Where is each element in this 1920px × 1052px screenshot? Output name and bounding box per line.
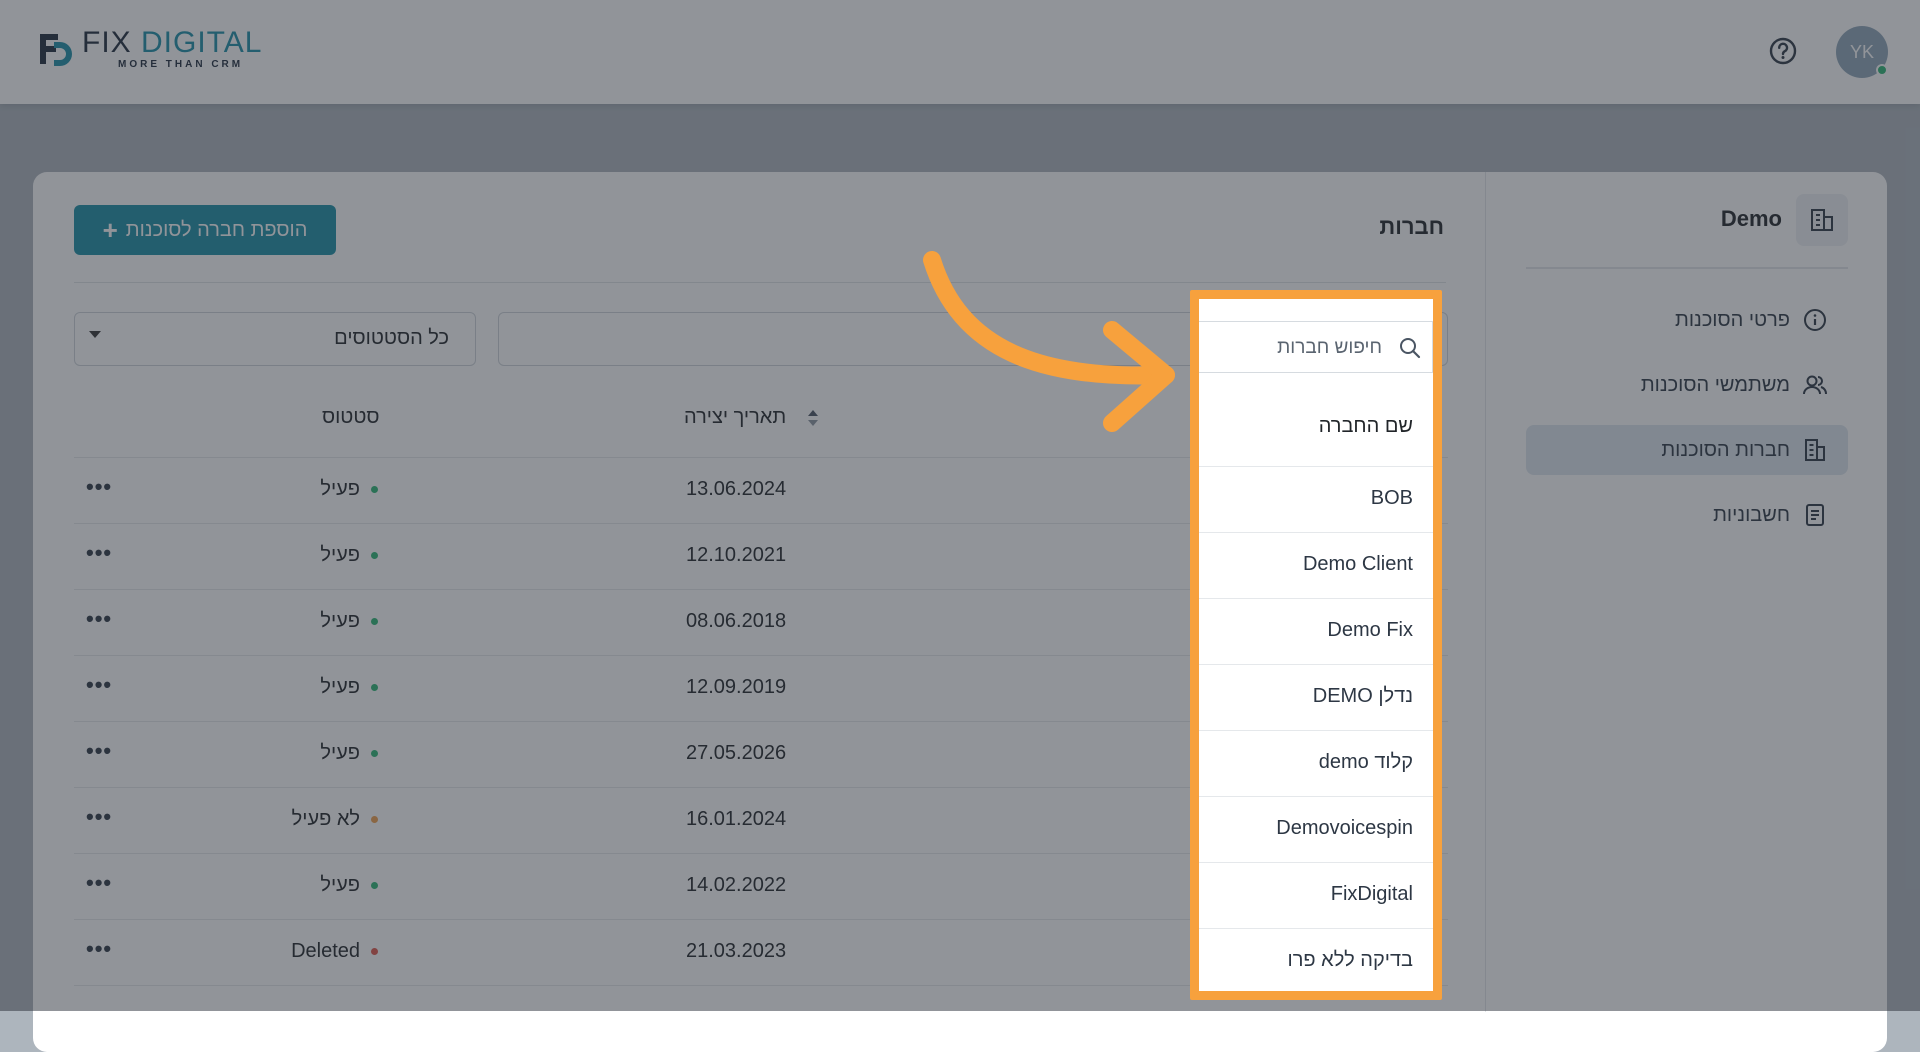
- logo-digital-text: DIGITAL: [141, 26, 263, 59]
- more-actions-icon[interactable]: •••: [86, 474, 112, 500]
- status-filter-value: כל הסטטוסים: [334, 327, 449, 349]
- invoice-icon: [1806, 504, 1824, 526]
- company-name-cell[interactable]: DEMO נדלן: [1313, 685, 1413, 708]
- building-icon: [1805, 439, 1825, 461]
- status-cell: Deleted: [291, 940, 360, 962]
- row-divider: [1199, 598, 1433, 599]
- agency-divider: [1526, 267, 1848, 269]
- more-actions-icon[interactable]: •••: [86, 672, 112, 698]
- add-company-button[interactable]: + הוספת חברה לסוכנות: [74, 205, 336, 255]
- logo-fix-text: FIX: [82, 26, 132, 59]
- agency-header: Demo: [1526, 194, 1848, 246]
- page-title: חברות: [1379, 214, 1444, 239]
- fix-digital-logo[interactable]: FIX DIGITAL MORE THAN CRM: [36, 28, 262, 72]
- status-dot: [371, 750, 378, 757]
- row-divider: [1199, 730, 1433, 731]
- search-placeholder: חיפוש חברות: [1277, 337, 1382, 358]
- sidebar-item-agency-companies[interactable]: חברות הסוכנות: [1526, 425, 1848, 475]
- status-dot: [371, 816, 378, 823]
- company-name-cell[interactable]: Demo Client: [1303, 553, 1413, 576]
- sidebar-item-invoices[interactable]: חשבוניות: [1526, 490, 1848, 540]
- row-divider: [1199, 862, 1433, 863]
- status-dot: [371, 684, 378, 691]
- column-header-created[interactable]: תאריך יצירה: [684, 406, 786, 429]
- help-icon[interactable]: [1768, 36, 1798, 66]
- status-dot: [371, 882, 378, 889]
- created-date-cell: 27.05.2026: [686, 742, 787, 764]
- header-divider: [74, 282, 1446, 283]
- highlight-frame: חיפוש חברות שם החברה BOB Demo Client Dem…: [1190, 290, 1442, 1000]
- info-icon: [1804, 309, 1826, 331]
- sidebar-item-agency-users[interactable]: משתמשי הסוכנות: [1526, 360, 1848, 410]
- created-date-cell: 16.01.2024: [686, 808, 787, 830]
- status-filter-select[interactable]: כל הסטטוסים: [74, 312, 476, 366]
- company-name-cell[interactable]: Demovoicespin: [1276, 817, 1413, 840]
- sort-icon[interactable]: [806, 406, 820, 430]
- status-dot: [371, 552, 378, 559]
- annotation-arrow-icon: [923, 251, 1175, 432]
- logo-tagline: MORE THAN CRM: [118, 59, 244, 70]
- sidebar-item-agency-details[interactable]: פרטי הסוכנות: [1526, 295, 1848, 345]
- company-name-cell[interactable]: demo קלוד: [1319, 751, 1413, 774]
- column-header-company-name[interactable]: שם החברה: [1319, 415, 1413, 438]
- status-cell: פעיל: [320, 544, 360, 566]
- created-date-cell: 12.10.2021: [686, 544, 787, 566]
- more-actions-icon[interactable]: •••: [86, 540, 112, 566]
- search-icon: [1400, 338, 1421, 359]
- row-divider: [1199, 796, 1433, 797]
- agency-name: Demo: [1720, 206, 1782, 231]
- users-icon: [1803, 375, 1827, 395]
- online-status-dot: [1876, 64, 1888, 76]
- status-dot: [371, 618, 378, 625]
- search-input[interactable]: חיפוש חברות: [1199, 321, 1433, 373]
- plus-icon: +: [102, 215, 118, 245]
- status-cell: לא פעיל: [291, 808, 360, 830]
- status-dot: [371, 948, 378, 955]
- sidebar-item-label: חברות הסוכנות: [1661, 438, 1790, 461]
- row-divider: [1199, 532, 1433, 533]
- company-name-cell[interactable]: BOB: [1371, 487, 1413, 510]
- status-cell: פעיל: [320, 676, 360, 698]
- more-actions-icon[interactable]: •••: [86, 606, 112, 632]
- status-dot: [371, 486, 378, 493]
- company-name-cell[interactable]: Demo Fix: [1327, 619, 1413, 642]
- more-actions-icon[interactable]: •••: [86, 936, 112, 962]
- created-date-cell: 12.09.2019: [686, 676, 787, 698]
- status-cell: פעיל: [320, 742, 360, 764]
- table-header-divider: [1199, 466, 1433, 467]
- agency-building-icon: [1796, 194, 1848, 246]
- created-date-cell: 08.06.2018: [686, 610, 787, 632]
- sidebar-item-label: חשבוניות: [1713, 503, 1790, 526]
- row-divider: [1199, 928, 1433, 929]
- sidebar-divider: [1485, 172, 1486, 1012]
- more-actions-icon[interactable]: •••: [86, 870, 112, 896]
- sidebar-item-label: פרטי הסוכנות: [1675, 308, 1790, 331]
- created-date-cell: 21.03.2023: [686, 940, 787, 962]
- company-name-cell[interactable]: בדיקה ללא פרו: [1288, 949, 1413, 972]
- company-name-cell[interactable]: FixDigital: [1331, 883, 1413, 906]
- created-date-cell: 13.06.2024: [686, 478, 787, 500]
- status-cell: פעיל: [320, 610, 360, 632]
- top-bar: FIX DIGITAL MORE THAN CRM YK: [0, 0, 1920, 104]
- logo-mark-icon: [40, 34, 72, 66]
- chevron-down-icon: [89, 331, 101, 338]
- row-divider: [1199, 994, 1433, 995]
- more-actions-icon[interactable]: •••: [86, 804, 112, 830]
- created-date-cell: 14.02.2022: [686, 874, 787, 896]
- more-actions-icon[interactable]: •••: [86, 738, 112, 764]
- row-divider: [1199, 664, 1433, 665]
- column-header-status: סטטוס: [322, 406, 380, 428]
- status-cell: פעיל: [320, 478, 360, 500]
- sidebar-item-label: משתמשי הסוכנות: [1640, 373, 1790, 396]
- status-cell: פעיל: [320, 874, 360, 896]
- add-company-label: הוספת חברה לסוכנות: [125, 218, 308, 241]
